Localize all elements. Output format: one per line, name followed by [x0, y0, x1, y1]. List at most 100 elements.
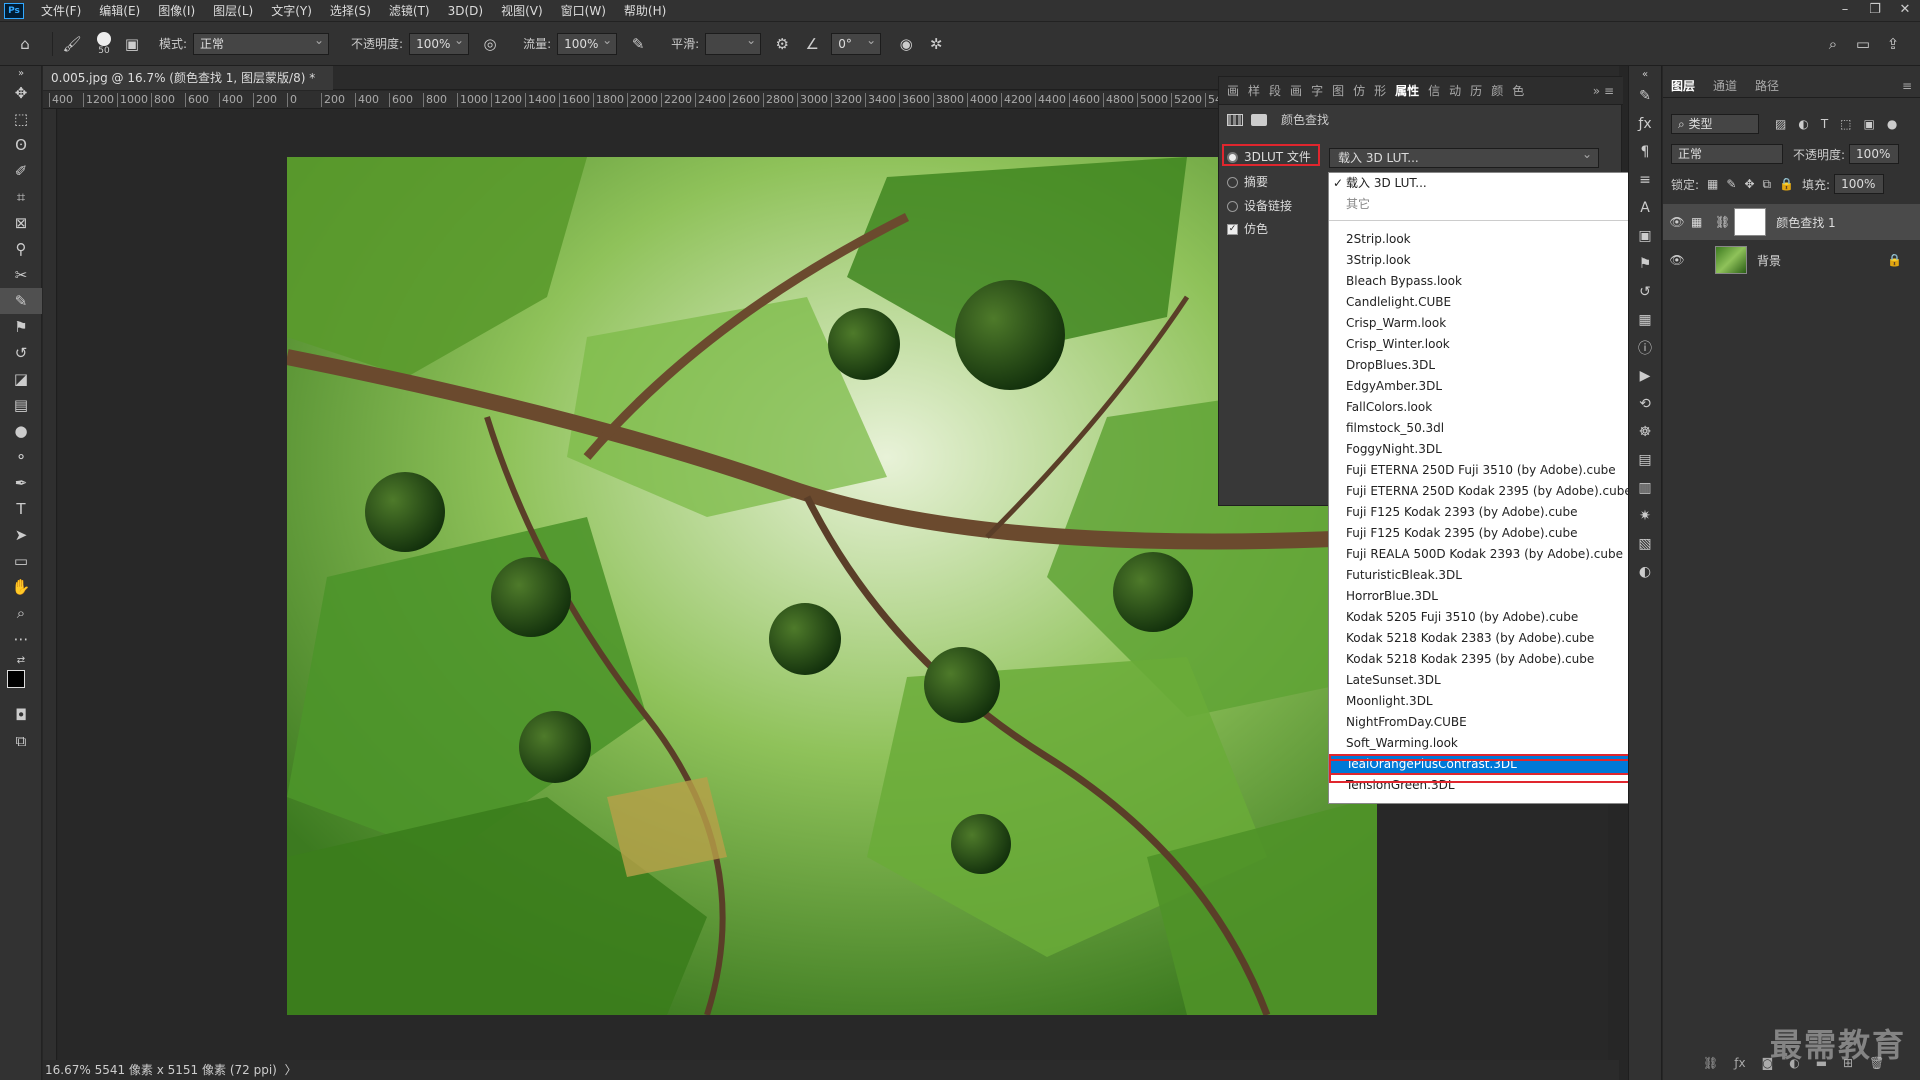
screen-mode-icon[interactable]: ⧉	[0, 728, 42, 754]
properties-tab-12[interactable]: 颜	[1491, 82, 1503, 99]
menu-select[interactable]: 选择(S)	[321, 0, 380, 22]
more-tools-icon[interactable]: ⋯	[0, 626, 42, 652]
pen-tool-icon[interactable]: ✒	[0, 470, 42, 496]
option-abstract[interactable]: 摘要	[1227, 173, 1268, 190]
properties-tab-13[interactable]: 色	[1512, 82, 1524, 99]
brush-panel-icon[interactable]: ✎	[1629, 82, 1661, 110]
menu-window[interactable]: 窗口(W)	[552, 0, 615, 22]
quick-mask-icon[interactable]: ◘	[0, 702, 42, 728]
properties-tab-5[interactable]: 图	[1332, 82, 1344, 99]
home-icon[interactable]: ⌂	[14, 33, 36, 55]
dropdown-load-3dlut[interactable]: ✓ 载入 3D LUT...	[1329, 173, 1632, 194]
lut-option[interactable]: Fuji ETERNA 250D Fuji 3510 (by Adobe).cu…	[1329, 460, 1632, 481]
share-icon[interactable]: ⇪	[1882, 33, 1904, 55]
visibility-eye-icon[interactable]: 👁	[1663, 253, 1691, 267]
radio-device-link[interactable]	[1227, 201, 1238, 212]
pressure-size-icon[interactable]: ◉	[895, 33, 917, 55]
paragraph-panel-icon[interactable]: ¶	[1629, 138, 1661, 166]
opacity-input[interactable]: 100%	[409, 30, 470, 55]
minimize-icon[interactable]: –	[1830, 0, 1860, 22]
lut-option[interactable]: Crisp_Warm.look	[1329, 313, 1632, 334]
3d-panel-icon[interactable]: ▧	[1629, 530, 1661, 558]
panel-menu-icon[interactable]: ≡	[1902, 79, 1912, 93]
radio-abstract[interactable]	[1227, 177, 1238, 188]
lut-option[interactable]: HorrorBlue.3DL	[1329, 586, 1632, 607]
airbrush-icon[interactable]: ✎	[627, 33, 649, 55]
pressure-opacity-icon[interactable]: ◎	[479, 33, 501, 55]
smooth-input[interactable]	[705, 30, 762, 55]
lut-option[interactable]: Fuji F125 Kodak 2393 (by Adobe).cube	[1329, 502, 1632, 523]
mode-select[interactable]: 正常	[193, 30, 330, 55]
filter-toggle-icon[interactable]: ●	[1887, 117, 1897, 131]
history-brush-icon[interactable]: ↺	[0, 340, 42, 366]
menu-help[interactable]: 帮助(H)	[615, 0, 675, 22]
document-tab[interactable]: 0.005.jpg @ 16.7% (颜色查找 1, 图层蒙版/8) * ×	[43, 66, 333, 109]
marquee-tool-icon[interactable]: ⬚	[0, 106, 42, 132]
restore-icon[interactable]: ❐	[1860, 0, 1890, 22]
blur-tool-icon[interactable]: ●	[0, 418, 42, 444]
grid-panel-icon[interactable]: ▤	[1629, 446, 1661, 474]
visibility-eye-icon[interactable]: 👁	[1663, 215, 1691, 229]
properties-tab-9[interactable]: 信	[1428, 82, 1440, 99]
properties-tab-8[interactable]: 属性	[1395, 82, 1419, 99]
brush-preset-picker[interactable]: 50	[97, 31, 111, 56]
brush-settings-icon[interactable]: ▣	[121, 33, 143, 55]
menu-image[interactable]: 图像(I)	[149, 0, 204, 22]
fx-icon[interactable]: ƒx	[1734, 1056, 1745, 1070]
lasso-tool-icon[interactable]: ʘ	[0, 132, 42, 158]
notes-panel-icon[interactable]: ▥	[1629, 474, 1661, 502]
eyedropper-tool-icon[interactable]: ⚲	[0, 236, 42, 262]
filter-adjust-icon[interactable]: ◐	[1798, 117, 1808, 131]
swatches-panel-icon[interactable]: ☸	[1629, 418, 1661, 446]
lut-option[interactable]: EdgyAmber.3DL	[1329, 376, 1632, 397]
filter-smart-icon[interactable]: ▣	[1864, 117, 1875, 131]
frame-tool-icon[interactable]: ⊠	[0, 210, 42, 236]
status-arrow-icon[interactable]: 〉	[285, 1063, 297, 1077]
lut-option[interactable]: Fuji F125 Kodak 2395 (by Adobe).cube	[1329, 523, 1632, 544]
brush-tool-icon[interactable]: 🖌	[61, 33, 83, 55]
styles-panel-icon[interactable]: ◐	[1629, 558, 1661, 586]
healing-tool-icon[interactable]: ✂	[0, 262, 42, 288]
blend-mode-select[interactable]: 正常	[1671, 144, 1783, 164]
lut-option[interactable]: FuturisticBleak.3DL	[1329, 565, 1632, 586]
fill-input[interactable]: 100%	[1834, 174, 1885, 194]
properties-tab-11[interactable]: 历	[1470, 82, 1482, 99]
actions-panel-icon[interactable]: ▶	[1629, 362, 1661, 390]
lut-option[interactable]: Candlelight.CUBE	[1329, 292, 1632, 313]
lut-option[interactable]: Kodak 5205 Fuji 3510 (by Adobe).cube	[1329, 607, 1632, 628]
lut-option[interactable]: Fuji ETERNA 250D Kodak 2395 (by Adobe).c…	[1329, 481, 1632, 502]
lut-option[interactable]: LateSunset.3DL	[1329, 670, 1632, 691]
properties-tab-10[interactable]: 动	[1449, 82, 1461, 99]
adjustments-panel-icon[interactable]: ≡	[1629, 166, 1661, 194]
filter-shape-icon[interactable]: ⬚	[1840, 117, 1851, 131]
lut-file-select[interactable]: 载入 3D LUT...	[1329, 145, 1599, 168]
mask-icon[interactable]	[1251, 113, 1267, 126]
layer-thumbnail[interactable]	[1715, 246, 1747, 274]
lut-option[interactable]: FoggyNight.3DL	[1329, 439, 1632, 460]
lut-option[interactable]: Crisp_Winter.look	[1329, 334, 1632, 355]
panel-collapse-icon[interactable]: «	[1629, 66, 1661, 82]
hand-tool-icon[interactable]: ✋	[0, 574, 42, 600]
info-panel-icon[interactable]: ⓘ	[1629, 334, 1661, 362]
shape-tool-icon[interactable]: ▭	[0, 548, 42, 574]
menu-3d[interactable]: 3D(D)	[439, 0, 492, 22]
properties-tab-1[interactable]: 样	[1248, 82, 1260, 99]
flow-input[interactable]: 100%	[557, 30, 618, 55]
checkbox-dither[interactable]: ✓	[1227, 224, 1238, 235]
symmetry-icon[interactable]: ✲	[925, 33, 947, 55]
menu-edit[interactable]: 编辑(E)	[90, 0, 149, 22]
document-image[interactable]	[287, 157, 1377, 1015]
lut-option[interactable]: Soft_Warming.look	[1329, 733, 1632, 754]
properties-tab-6[interactable]: 仿	[1353, 82, 1365, 99]
lut-option[interactable]: 3Strip.look	[1329, 250, 1632, 271]
tab-paths[interactable]: 路径	[1755, 77, 1779, 94]
option-device-link[interactable]: 设备链接	[1227, 197, 1292, 214]
lock-all-icon[interactable]: 🔒	[1779, 177, 1794, 191]
lut-option[interactable]: DropBlues.3DL	[1329, 355, 1632, 376]
lut-option[interactable]: Moonlight.3DL	[1329, 691, 1632, 712]
search-icon[interactable]: ⌕	[1822, 33, 1844, 55]
brush-tool-active-icon[interactable]: ✎	[0, 288, 42, 314]
filter-pixel-icon[interactable]: ▨	[1775, 117, 1786, 131]
gradient-tool-icon[interactable]: ▤	[0, 392, 42, 418]
properties-tab-4[interactable]: 字	[1311, 82, 1323, 99]
